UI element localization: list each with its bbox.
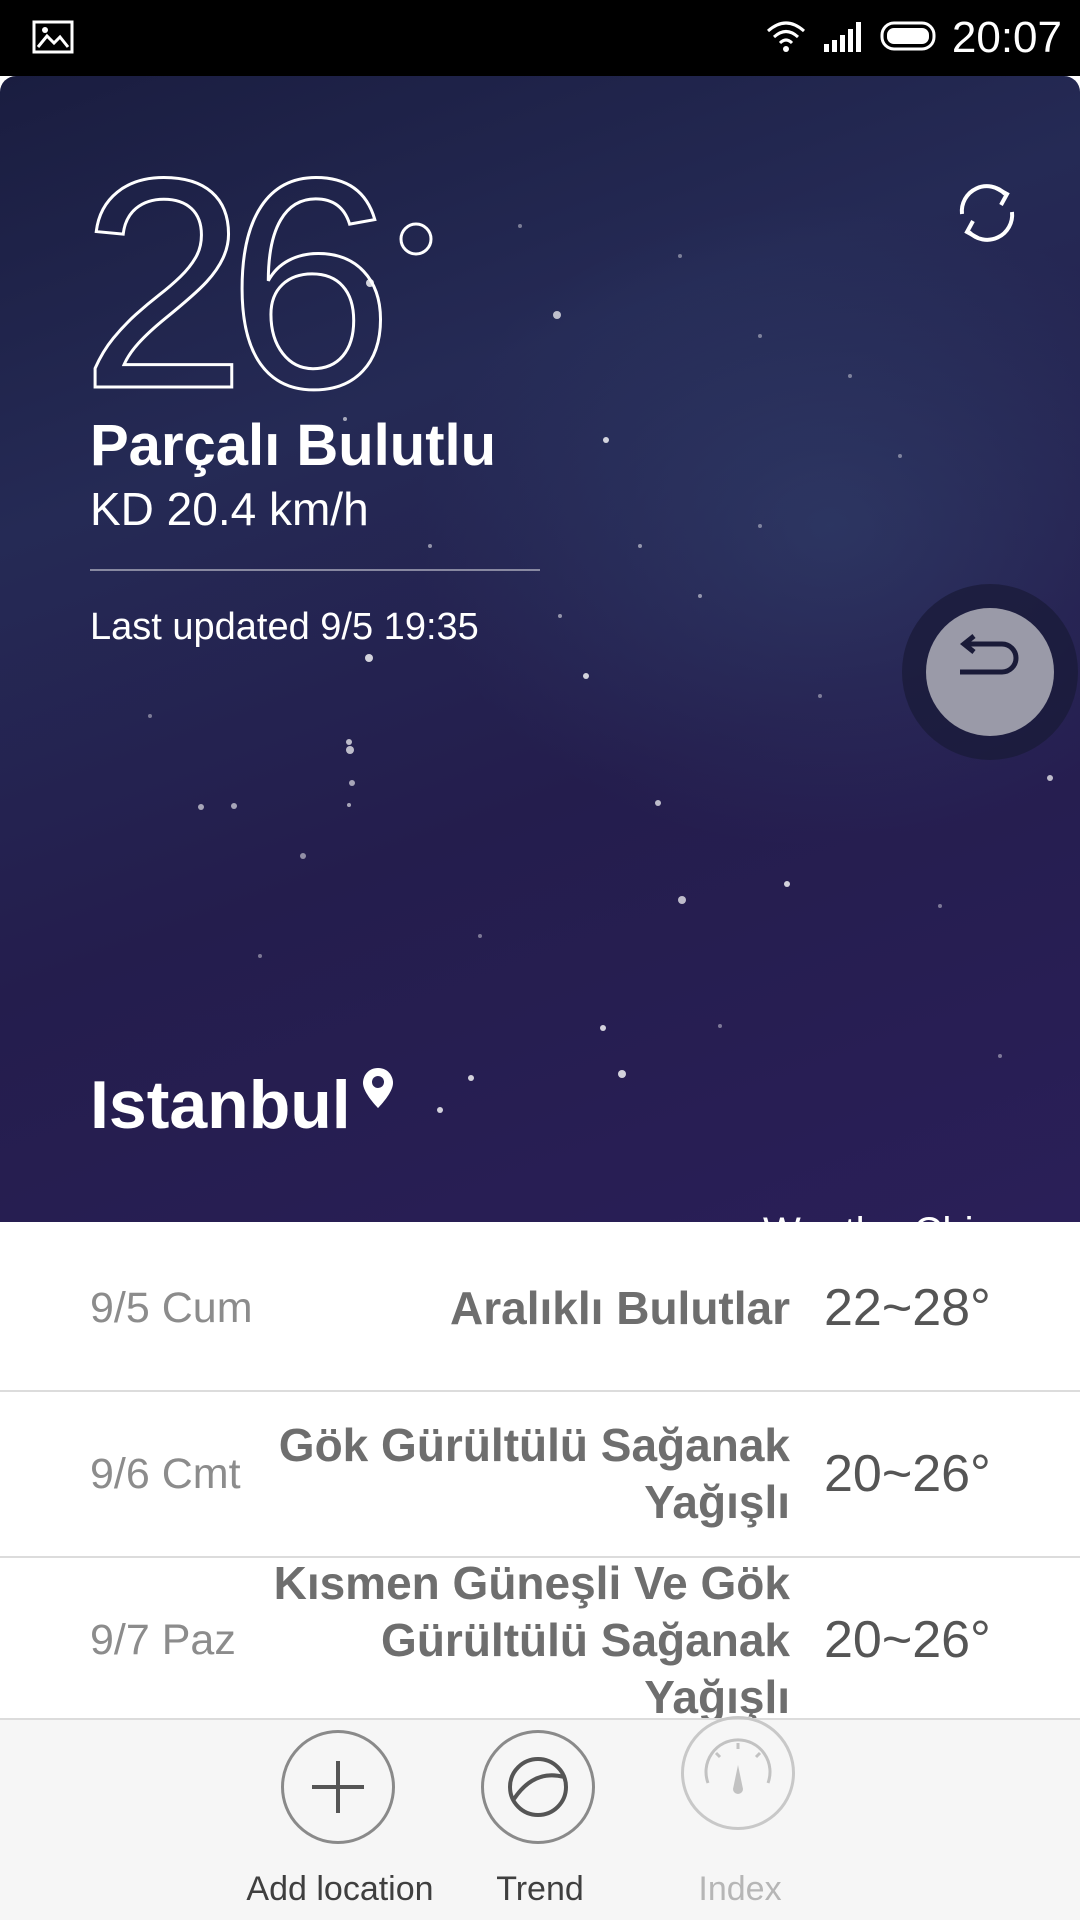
back-float-button[interactable] bbox=[900, 582, 1080, 762]
divider bbox=[90, 569, 540, 571]
current-temperature: 26 bbox=[79, 114, 460, 453]
forecast-condition: Kısmen Güneşli Ve Gök Gürültülü Sağanak … bbox=[273, 1556, 790, 1721]
forecast-temp-range: 22~28° bbox=[824, 1279, 991, 1337]
city-name[interactable]: Istanbul bbox=[90, 1066, 351, 1144]
forecast-date: 9/7 Paz bbox=[90, 1615, 236, 1664]
forecast-temp-range: 20~26° bbox=[824, 1611, 991, 1669]
refresh-icon[interactable] bbox=[950, 176, 1024, 250]
wind-info: KD 20.4 km/h bbox=[90, 483, 369, 535]
index-button[interactable]: Index bbox=[640, 1716, 840, 1920]
status-bar: 20:07 bbox=[0, 0, 1080, 76]
gauge-icon bbox=[681, 1716, 795, 1830]
add-location-label: Add location bbox=[246, 1870, 434, 1908]
forecast-row[interactable]: 9/5 Cum Aralıklı Bulutlar 22~28° bbox=[0, 1226, 1080, 1392]
signal-icon bbox=[822, 18, 866, 59]
add-location-button[interactable]: Add location bbox=[240, 1720, 440, 1920]
forecast-temp-range: 20~26° bbox=[824, 1445, 991, 1503]
last-updated: Last updated 9/5 19:35 bbox=[90, 606, 479, 648]
wifi-icon bbox=[764, 18, 808, 59]
status-time: 20:07 bbox=[951, 13, 1062, 62]
forecast-date: 9/5 Cum bbox=[90, 1283, 253, 1332]
weather-screen: 20:07 26 Parçalı Bulutlu KD 20.4 km/h La… bbox=[0, 0, 1080, 1920]
trend-label: Trend bbox=[496, 1870, 584, 1908]
current-weather-panel: 26 Parçalı Bulutlu KD 20.4 km/h Last upd… bbox=[0, 76, 1080, 1222]
current-condition: Parçalı Bulutlu bbox=[90, 413, 497, 478]
degree-symbol bbox=[399, 222, 433, 256]
trend-button[interactable]: Trend bbox=[440, 1720, 640, 1920]
battery-icon bbox=[880, 20, 938, 57]
status-icons: 20:07 bbox=[764, 10, 1062, 66]
forecast-list: 9/5 Cum Aralıklı Bulutlar 22~28° 9/6 Cmt… bbox=[0, 1226, 1080, 1720]
forecast-date: 9/6 Cmt bbox=[90, 1449, 241, 1498]
forecast-condition: Gök Gürültülü Sağanak Yağışlı bbox=[278, 1419, 790, 1528]
forecast-condition: Aralıklı Bulutlar bbox=[450, 1281, 790, 1334]
trend-icon bbox=[481, 1730, 595, 1844]
data-source: WeatherChina bbox=[763, 1210, 1018, 1222]
location-pin-icon bbox=[360, 1066, 396, 1115]
index-label: Index bbox=[698, 1870, 782, 1908]
add-icon bbox=[281, 1730, 395, 1844]
temperature-value: 26 bbox=[80, 162, 382, 402]
bottom-action-bar: Add location Trend Index bbox=[0, 1716, 1080, 1920]
forecast-row[interactable]: 9/7 Paz Kısmen Güneşli Ve Gök Gürültülü … bbox=[0, 1556, 1080, 1721]
forecast-row[interactable]: 9/6 Cmt Gök Gürültülü Sağanak Yağışlı 20… bbox=[0, 1392, 1080, 1558]
gallery-icon bbox=[32, 20, 74, 59]
